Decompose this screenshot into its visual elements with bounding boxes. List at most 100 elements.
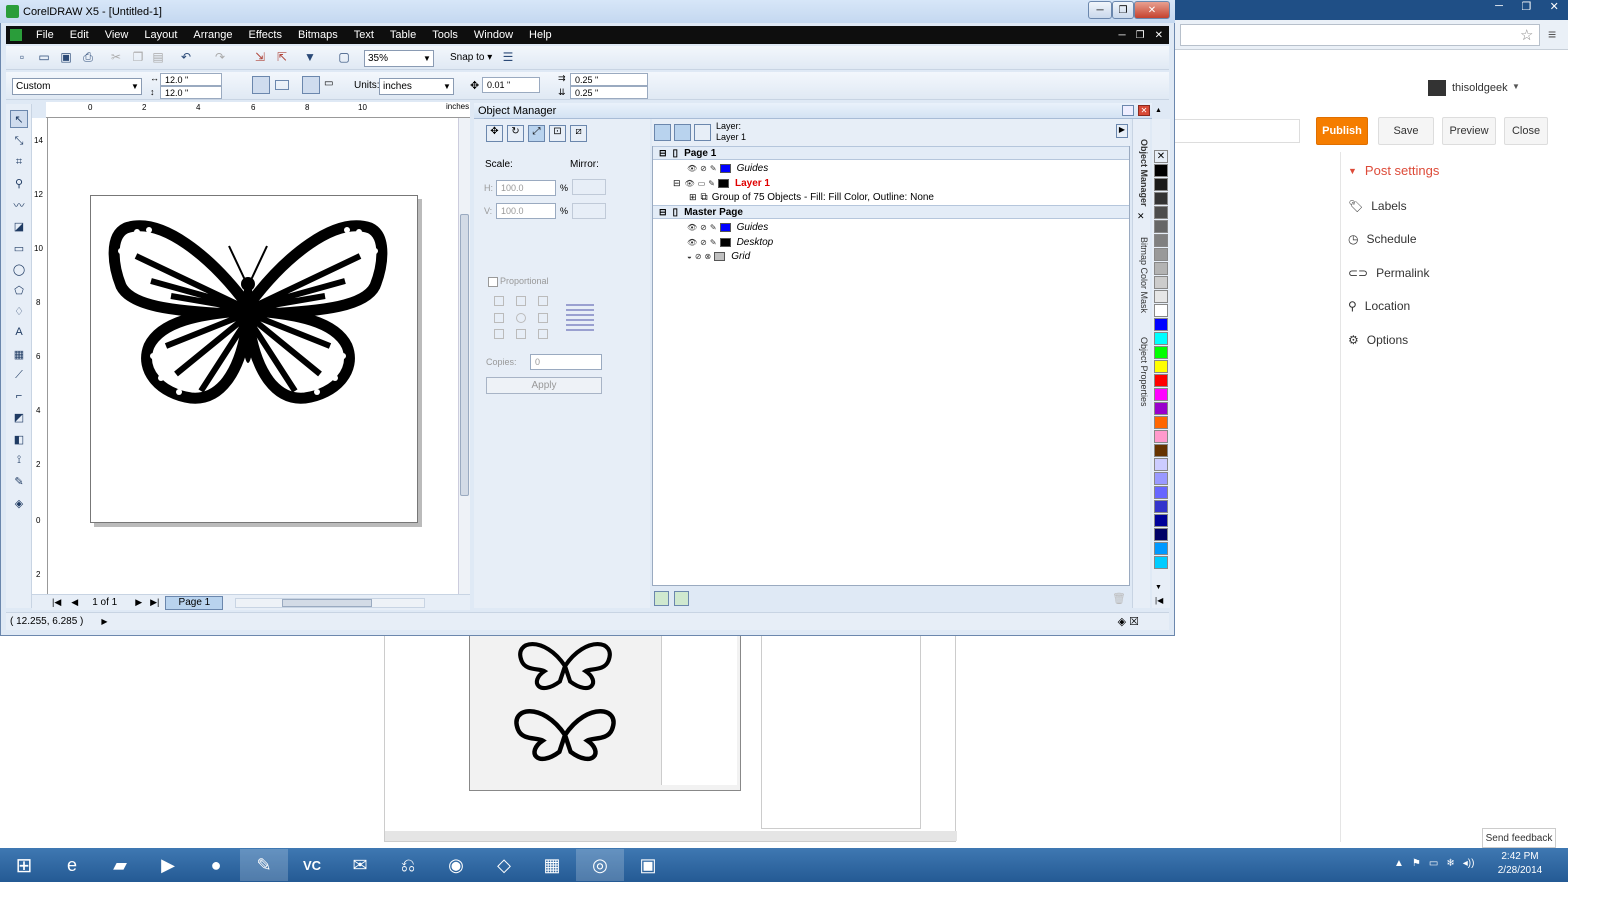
new-layer-icon[interactable]	[654, 591, 669, 606]
edit-across-layers-icon[interactable]	[674, 124, 691, 141]
start-button[interactable]: ⊞	[0, 849, 48, 881]
duplicate-y-field[interactable]: 0.25 "	[570, 86, 648, 99]
scrollbar-thumb[interactable]	[460, 214, 469, 496]
duplicate-x-field[interactable]: 0.25 "	[570, 73, 648, 86]
publish-button[interactable]: Publish	[1316, 117, 1368, 145]
palette-color-swatch[interactable]	[1154, 542, 1168, 555]
page-height-field[interactable]: 12.0 "	[160, 86, 222, 99]
collapse-icon[interactable]: ⊟	[659, 207, 667, 218]
shape-tool-icon[interactable]: ⤡	[10, 132, 28, 150]
status-arrow-icon[interactable]: ▶	[101, 617, 107, 626]
copies-field[interactable]: 0	[530, 354, 602, 370]
palette-color-swatch[interactable]	[1154, 500, 1168, 513]
palette-color-swatch[interactable]	[1154, 402, 1168, 415]
menu-edit[interactable]: Edit	[62, 29, 97, 41]
redo-icon[interactable]: ↷	[212, 49, 228, 65]
close-button[interactable]: Close	[1504, 117, 1548, 145]
mirror-horizontal-button[interactable]	[572, 179, 606, 195]
open-icon[interactable]: ▭	[36, 49, 52, 65]
proportional-checkbox[interactable]	[488, 277, 498, 287]
size-icon[interactable]: ⊡	[549, 125, 566, 142]
print-toggle-icon[interactable]: ⊘	[695, 252, 702, 261]
dimension-tool-icon[interactable]: ⟋	[10, 366, 28, 384]
user-dropdown-icon[interactable]: ▼	[1512, 82, 1520, 91]
eye-icon[interactable]: 👁	[685, 179, 695, 188]
basic-shapes-tool-icon[interactable]: ♢	[10, 302, 28, 320]
print-toggle-icon[interactable]: ⊘	[700, 223, 707, 232]
zoom-tool-icon[interactable]: ⚲	[10, 174, 28, 192]
collapse-icon[interactable]: ⊟	[673, 178, 681, 189]
palette-color-swatch[interactable]	[1154, 458, 1168, 471]
thunderbird-icon[interactable]: ✉	[336, 849, 384, 881]
zoom-level-select[interactable]: 35% ▼	[364, 50, 434, 67]
show-properties-icon[interactable]	[654, 124, 671, 141]
docker-close-button[interactable]: ✕	[1138, 105, 1150, 116]
settings-item-labels[interactable]: 🏷 Labels	[1348, 199, 1407, 213]
palette-flyout-icon[interactable]: |◀	[1155, 596, 1163, 605]
menu-arrange[interactable]: Arrange	[185, 29, 240, 41]
settings-item-location[interactable]: ⚲ Location	[1348, 299, 1410, 313]
save-button[interactable]: Save	[1378, 117, 1434, 145]
post-settings-heading[interactable]: ▼ Post settings	[1348, 163, 1439, 178]
blend-tool-icon[interactable]: ◩	[10, 408, 28, 426]
print-icon[interactable]: ⎙	[80, 49, 96, 65]
page-size-select[interactable]: Custom ▼	[12, 78, 142, 95]
document-window-controls[interactable]: ─ ❐ ✕	[1119, 30, 1169, 41]
table-tool-icon[interactable]: ▦	[10, 345, 28, 363]
copy-icon[interactable]: ❐	[130, 49, 146, 65]
system-clock[interactable]: 2:42 PM 2/28/2014	[1488, 850, 1552, 880]
anchor-grid[interactable]	[494, 296, 554, 340]
eyedropper-tool-icon[interactable]: ⟟	[10, 451, 28, 469]
system-tray-icons[interactable]: ▲ ⚑ ▭ ❄ ◂))	[1394, 858, 1474, 869]
palette-color-swatch[interactable]	[1154, 486, 1168, 499]
palette-color-swatch[interactable]	[1154, 514, 1168, 527]
palette-color-swatch[interactable]	[1154, 206, 1168, 219]
text-tool-icon[interactable]: A	[10, 323, 28, 341]
edit-pencil-icon[interactable]: ✎	[710, 238, 717, 247]
menu-help[interactable]: Help	[521, 29, 560, 41]
palette-scroll-down-icon[interactable]: ▼	[1155, 584, 1162, 591]
eye-icon[interactable]: 👁	[687, 238, 697, 247]
options-icon[interactable]: ☰	[500, 49, 516, 65]
menu-file[interactable]: File	[28, 29, 62, 41]
freehand-tool-icon[interactable]: 〰	[10, 196, 28, 214]
pick-tool-icon[interactable]: ↖	[10, 110, 28, 128]
palette-color-swatch[interactable]	[1154, 164, 1168, 177]
palette-color-swatch[interactable]	[1154, 374, 1168, 387]
chrome-icon[interactable]: ◎	[576, 849, 624, 881]
import-icon[interactable]: ⇲	[252, 49, 268, 65]
docker-minimize-button[interactable]	[1122, 105, 1134, 116]
undo-icon[interactable]: ↶	[178, 49, 194, 65]
palette-color-swatch[interactable]	[1154, 178, 1168, 191]
palette-color-swatch[interactable]	[1154, 388, 1168, 401]
tree-layer-desktop[interactable]: 👁 ⊘ ✎ Desktop	[653, 235, 1129, 249]
preview-button[interactable]: Preview	[1442, 117, 1496, 145]
rotate-icon[interactable]: ↻	[507, 125, 524, 142]
browser-window-controls[interactable]: ─ ❐ ✕	[1486, 0, 1568, 18]
tree-page-1[interactable]: ⊟ ▯ Page 1	[653, 146, 1129, 160]
export-icon[interactable]: ⇱	[274, 49, 290, 65]
first-page-icon[interactable]: |◀	[52, 597, 61, 608]
flyout-arrow-icon[interactable]: ▶	[1116, 124, 1128, 138]
tree-layer-grid[interactable]: ◒ ⊘ ⊗ Grid	[653, 249, 1129, 263]
scale-v-field[interactable]: 100.0	[496, 203, 556, 219]
palette-scroll-up-icon[interactable]: ▲	[1155, 107, 1162, 114]
mirror-vertical-button[interactable]	[572, 203, 606, 219]
palette-color-swatch[interactable]	[1154, 290, 1168, 303]
position-icon[interactable]: ✥	[486, 125, 503, 142]
palette-color-swatch[interactable]	[1154, 472, 1168, 485]
palette-color-swatch[interactable]	[1154, 416, 1168, 429]
skew-icon[interactable]: ⧄	[570, 125, 587, 142]
palette-color-swatch[interactable]	[1154, 444, 1168, 457]
vc-app-icon[interactable]: VC	[288, 849, 336, 881]
browser-menu-icon[interactable]: ≡	[1548, 26, 1556, 42]
rectangle-tool-icon[interactable]: ▭	[10, 239, 28, 257]
menu-table[interactable]: Table	[382, 29, 424, 41]
palette-color-swatch[interactable]	[1154, 262, 1168, 275]
welcome-screen-icon[interactable]: ▢	[336, 49, 352, 65]
browser-address-bar[interactable]	[1180, 24, 1540, 46]
send-feedback-button[interactable]: Send feedback	[1482, 828, 1556, 848]
fill-tool-icon[interactable]: ◈	[10, 494, 28, 512]
palette-color-swatch[interactable]	[1154, 430, 1168, 443]
media-player-icon[interactable]: ▶	[144, 849, 192, 881]
